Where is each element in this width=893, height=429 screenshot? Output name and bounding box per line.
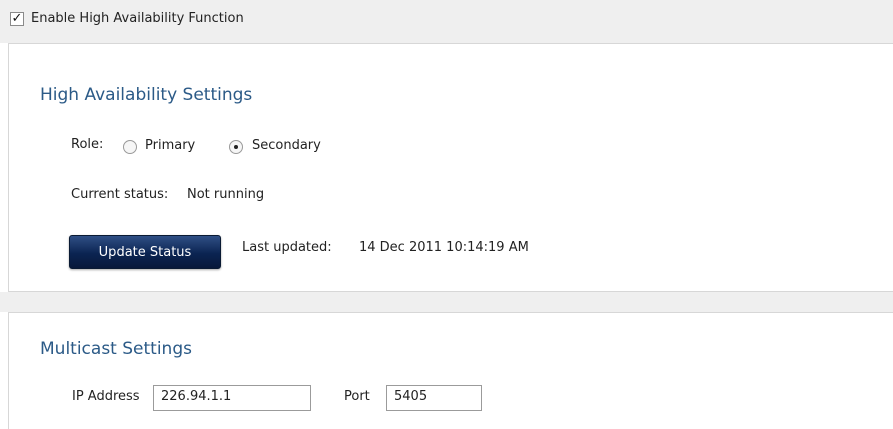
ha-settings-title: High Availability Settings [40, 85, 253, 105]
role-primary-label[interactable]: Primary [145, 138, 195, 153]
role-label: Role: [71, 137, 104, 152]
port-label: Port [344, 389, 370, 404]
enable-ha-checkbox[interactable]: ✓ [10, 12, 24, 26]
radio-selected-dot [234, 145, 238, 149]
section-gap [0, 292, 893, 312]
enable-ha-bar: ✓ Enable High Availability Function [0, 0, 893, 43]
last-updated-value: 14 Dec 2011 10:14:19 AM [359, 240, 529, 255]
checkmark-icon: ✓ [11, 11, 23, 26]
port-input[interactable]: 5405 [386, 385, 482, 411]
ip-address-input[interactable]: 226.94.1.1 [153, 385, 311, 411]
role-secondary-radio[interactable] [229, 140, 243, 154]
ha-config-page: ✓ Enable High Availability Function High… [0, 0, 893, 429]
last-updated-label: Last updated: [242, 240, 332, 255]
update-status-button[interactable]: Update Status [69, 235, 221, 269]
current-status-value: Not running [187, 187, 265, 202]
ip-address-label: IP Address [72, 389, 140, 404]
role-primary-radio[interactable] [123, 140, 137, 154]
multicast-settings-title: Multicast Settings [40, 339, 192, 359]
multicast-settings-panel: Multicast Settings IP Address 226.94.1.1… [8, 312, 893, 429]
role-secondary-label[interactable]: Secondary [252, 138, 321, 153]
enable-ha-label: Enable High Availability Function [31, 11, 244, 26]
current-status-label: Current status: [71, 187, 169, 202]
